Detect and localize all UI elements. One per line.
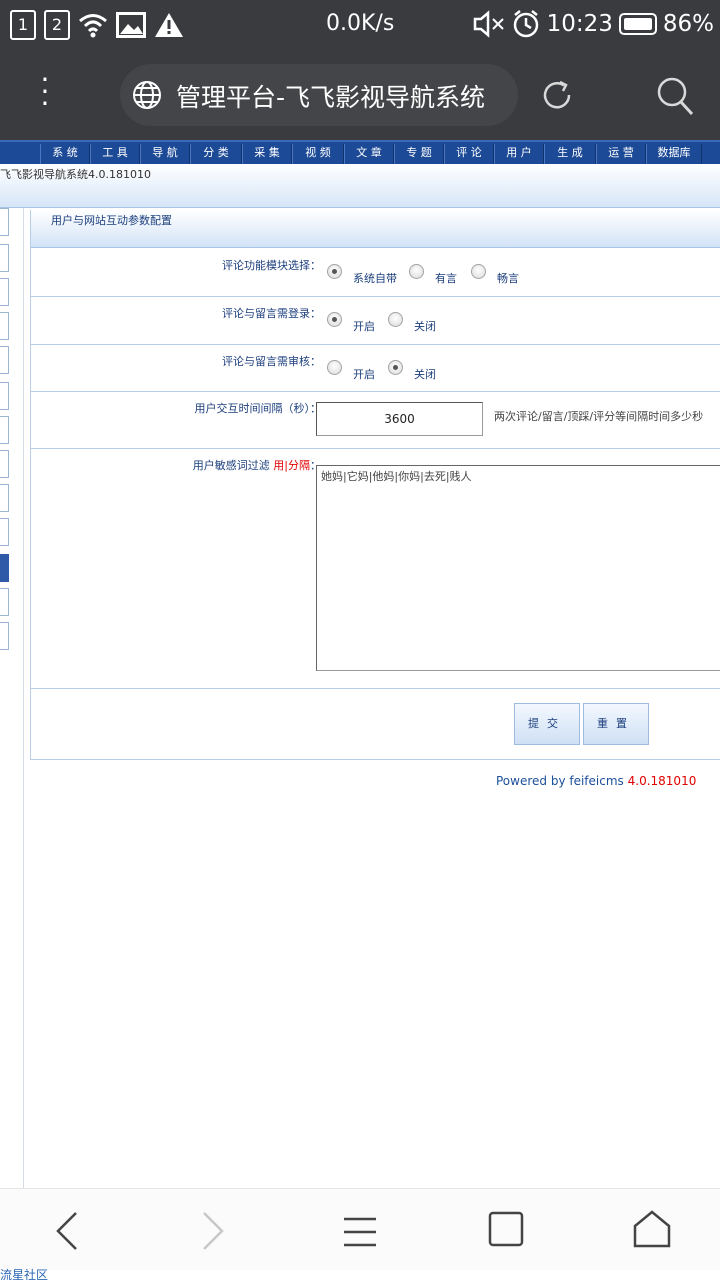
sidebar-item[interactable] (0, 278, 9, 306)
nav-item-tools[interactable]: 工 具 (90, 144, 140, 164)
clock: 10:23 (546, 11, 613, 37)
page-title: 管理平台-飞飞影视导航系统 (176, 83, 486, 112)
status-bar: 1 2 0.0K/s 10:23 86% (0, 0, 720, 50)
row-require-review: 评论与留言需审核： 开启 关闭 (31, 345, 720, 392)
sidebar-item[interactable] (0, 450, 9, 478)
option-login-off: 关闭 (414, 320, 436, 333)
panel-header: 用户与网站互动参数配置 (31, 210, 720, 248)
version-text: 飞飞影视导航系统4.0.181010 (0, 168, 151, 181)
radio-module-youyan[interactable] (409, 264, 424, 279)
mute-icon (473, 10, 504, 38)
nav-item-user[interactable]: 用 户 (494, 144, 544, 164)
panel-title: 用户与网站互动参数配置 (51, 214, 172, 227)
nav-item-navigation[interactable]: 导 航 (140, 144, 190, 164)
option-review-on: 开启 (353, 368, 375, 381)
radio-login-off[interactable] (388, 312, 403, 327)
home-icon[interactable] (632, 1209, 672, 1249)
option-login-on: 开启 (353, 320, 375, 333)
require-review-label: 评论与留言需审核： (222, 355, 321, 368)
sidebar-item[interactable] (0, 588, 9, 616)
require-login-label: 评论与留言需登录： (222, 307, 321, 320)
nav-item-category[interactable]: 分 类 (190, 144, 242, 164)
sidebar-item[interactable] (0, 346, 9, 374)
bottom-watermark-text: 流星社区 (0, 1268, 49, 1280)
browser-bottom-nav (0, 1188, 720, 1270)
footer-version: 4.0.181010 (627, 774, 697, 788)
wifi-icon (79, 14, 107, 38)
left-sidebar (0, 208, 24, 1188)
sim-1-icon: 1 (10, 10, 36, 40)
radio-module-changyan[interactable] (471, 264, 486, 279)
battery-icon (618, 13, 657, 35)
row-sensitive-filter: 用户敏感词过滤 用|分隔： 她妈|它妈|他妈|你妈|去死|贱人 (31, 449, 720, 689)
nav-item-collect[interactable]: 采 集 (242, 144, 292, 164)
nav-item-operation[interactable]: 运 营 (596, 144, 646, 164)
refresh-icon[interactable] (540, 78, 574, 112)
battery-percent: 86% (662, 11, 714, 37)
separator-hint: 用|分隔 (273, 459, 310, 472)
version-bar: 飞飞影视导航系统4.0.181010 (0, 164, 720, 208)
reset-button[interactable]: 重置 (583, 703, 649, 745)
tabs-icon[interactable] (488, 1211, 524, 1247)
sidebar-item-active[interactable] (0, 554, 9, 582)
browser-toolbar: · · · 管理平台-飞飞影视导航系统 (0, 50, 720, 140)
forward-icon[interactable] (198, 1211, 228, 1251)
row-comment-module: 评论功能模块选择： 系统自带 有言 畅言 (31, 249, 720, 297)
nav-item-comment[interactable]: 评 论 (444, 144, 494, 164)
sidebar-item[interactable] (0, 382, 9, 410)
nav-item-database[interactable]: 数据库 (646, 144, 702, 164)
option-review-off: 关闭 (414, 368, 436, 381)
address-bar[interactable]: 管理平台-飞飞影视导航系统 (120, 64, 518, 126)
option-module-youyan: 有言 (435, 272, 457, 285)
sidebar-item[interactable] (0, 416, 9, 444)
sidebar-item[interactable] (0, 244, 9, 272)
admin-nav-menu: 系 统 工 具 导 航 分 类 采 集 视 频 文 章 专 题 评 论 用 户 … (0, 140, 720, 164)
config-panel: 用户与网站互动参数配置 评论功能模块选择： 系统自带 有言 畅言 评论与留言需登… (30, 210, 720, 760)
nav-item-video[interactable]: 视 频 (292, 144, 344, 164)
nav-item-article[interactable]: 文 章 (344, 144, 394, 164)
interval-input[interactable]: 3600 (316, 402, 483, 436)
sidebar-item[interactable] (0, 312, 9, 340)
nav-item-system[interactable]: 系 统 (40, 144, 90, 164)
sensitive-words-textarea[interactable]: 她妈|它妈|他妈|你妈|去死|贱人 (316, 465, 720, 671)
row-interaction-interval: 用户交互时间间隔（秒）： 3600 两次评论/留言/顶踩/评分等间隔时间多少秒 (31, 392, 720, 449)
sidebar-item[interactable] (0, 484, 9, 512)
option-module-system: 系统自带 (353, 272, 397, 285)
submit-button[interactable]: 提交 (514, 703, 580, 745)
sidebar-item[interactable] (0, 518, 9, 546)
search-icon[interactable] (656, 76, 694, 116)
sensitive-filter-label: 用户敏感词过滤 用|分隔： (192, 459, 321, 472)
sim-2-icon: 2 (44, 10, 70, 40)
sidebar-item[interactable] (0, 208, 9, 236)
interval-label: 用户交互时间间隔（秒）： (194, 402, 322, 415)
interval-hint: 两次评论/留言/顶踩/评分等间隔时间多少秒 (494, 410, 704, 423)
radio-login-on[interactable] (327, 312, 342, 327)
image-icon (116, 12, 146, 38)
globe-icon (133, 81, 161, 109)
row-require-login: 评论与留言需登录： 开启 关闭 (31, 297, 720, 345)
more-menu-icon[interactable]: · · · (38, 66, 52, 118)
menu-icon[interactable] (342, 1215, 378, 1249)
radio-review-on[interactable] (327, 360, 342, 375)
option-module-changyan: 畅言 (497, 272, 519, 285)
net-speed: 0.0K/s (326, 11, 395, 36)
radio-module-system[interactable] (327, 264, 342, 279)
alarm-icon (513, 10, 538, 38)
sidebar-item[interactable] (0, 622, 9, 650)
radio-review-off[interactable] (388, 360, 403, 375)
warning-icon (155, 13, 183, 37)
powered-by: Powered by feifeicms 4.0.181010 (496, 774, 697, 788)
nav-item-generate[interactable]: 生 成 (544, 144, 596, 164)
back-icon[interactable] (52, 1211, 82, 1251)
nav-item-topic[interactable]: 专 题 (394, 144, 444, 164)
comment-module-label: 评论功能模块选择： (222, 259, 321, 272)
